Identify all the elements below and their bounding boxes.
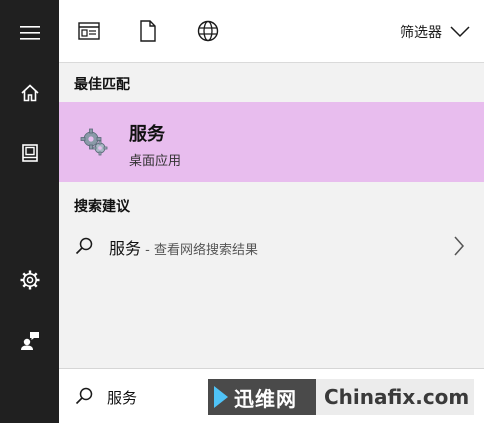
home-icon bbox=[20, 84, 39, 102]
hamburger-icon bbox=[19, 26, 40, 40]
watermark-badge: 迅维网 bbox=[208, 379, 316, 415]
best-match-header: 最佳匹配 bbox=[74, 77, 130, 93]
search-suggestions-header: 搜索建议 bbox=[74, 199, 130, 215]
documents-filter-button[interactable] bbox=[131, 14, 165, 48]
start-sidebar bbox=[0, 0, 59, 423]
document-icon bbox=[140, 20, 156, 42]
watermark-en: Chinafix.com bbox=[316, 379, 474, 415]
suggestion-description: - 查看网络搜索结果 bbox=[141, 243, 258, 258]
settings-button[interactable] bbox=[0, 258, 59, 302]
services-gear-icon bbox=[80, 128, 108, 156]
suggestion-text: 服务 - 查看网络搜索结果 bbox=[109, 235, 258, 259]
filter-label: 筛选器 bbox=[400, 25, 442, 41]
settings-icon bbox=[20, 270, 39, 290]
user-account-button[interactable] bbox=[0, 318, 59, 362]
search-toolbar: 筛选器 bbox=[59, 0, 484, 63]
chevron-right-icon[interactable] bbox=[453, 236, 465, 256]
apps-filter-button[interactable] bbox=[72, 14, 106, 48]
web-suggestion-item[interactable]: 服务 - 查看网络搜索结果 bbox=[59, 224, 484, 268]
chevron-logo-icon bbox=[214, 386, 228, 408]
documents-icon bbox=[21, 144, 38, 162]
watermark-cn: 迅维网 bbox=[234, 386, 297, 411]
best-match-result[interactable]: 服务 桌面应用 bbox=[59, 102, 484, 182]
best-match-title: 服务 bbox=[129, 124, 165, 145]
web-icon bbox=[197, 20, 219, 42]
apps-icon bbox=[78, 22, 100, 40]
watermark-logo: 迅维网 Chinafix.com bbox=[208, 379, 474, 415]
home-button[interactable] bbox=[0, 71, 59, 115]
filter-dropdown[interactable]: 筛选器 bbox=[400, 18, 470, 46]
web-filter-button[interactable] bbox=[191, 14, 225, 48]
suggestion-query: 服务 bbox=[109, 239, 142, 258]
user-icon bbox=[20, 332, 39, 350]
documents-button[interactable] bbox=[0, 131, 59, 175]
search-icon bbox=[75, 387, 93, 405]
search-results-panel: 筛选器 最佳匹配 服务 桌面应用 搜索建议 服务 - 查看网络搜索结果 服务 bbox=[59, 0, 484, 424]
search-icon bbox=[75, 237, 93, 255]
best-match-subtitle: 桌面应用 bbox=[129, 154, 182, 169]
chevron-down-icon bbox=[450, 26, 470, 38]
hamburger-menu-button[interactable] bbox=[0, 11, 59, 55]
